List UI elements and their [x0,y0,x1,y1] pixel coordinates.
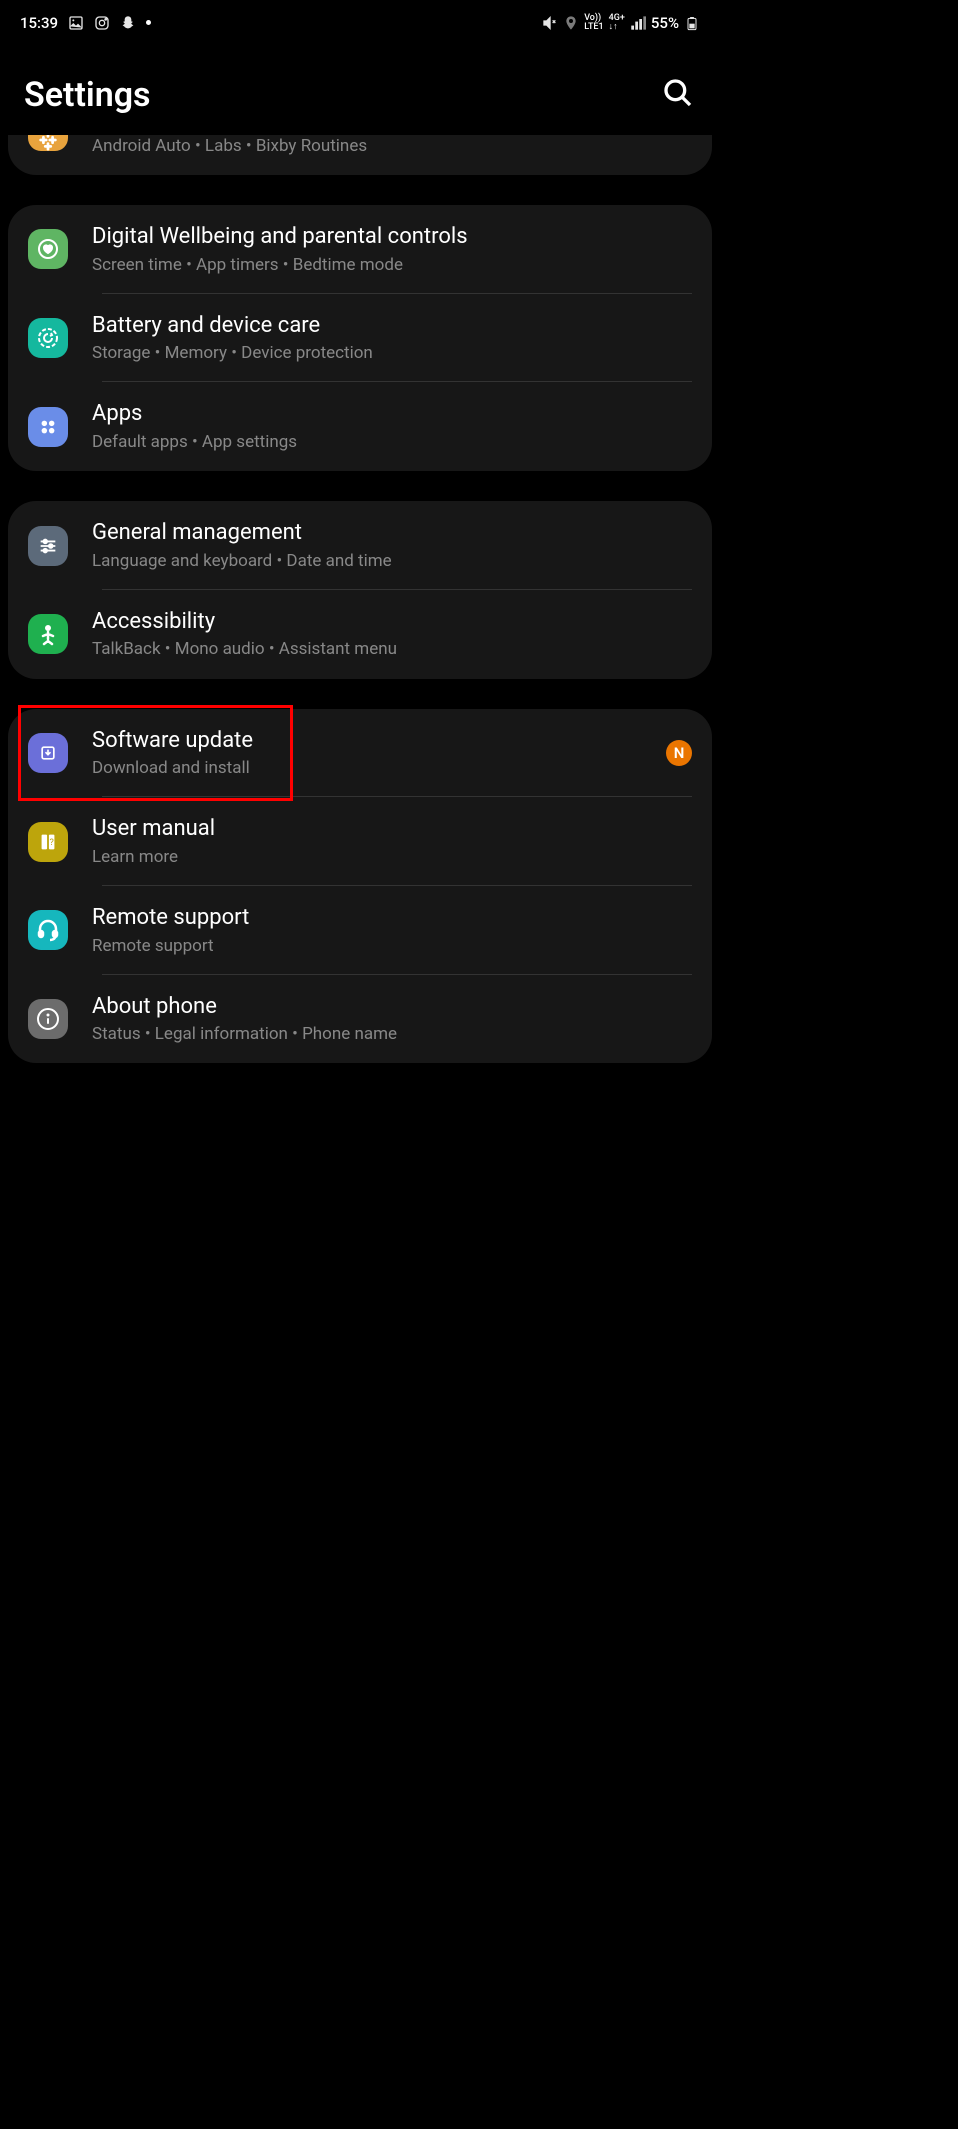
signal-icon [630,15,646,31]
download-square-icon [28,733,68,773]
item-title: User manual [92,815,692,844]
item-content: AccessibilityTalkBack • Mono audio • Ass… [92,608,692,661]
status-right: Vo))LTE1 4G+↓↑ 55% [542,14,700,32]
item-content: About phoneStatus • Legal information • … [92,993,692,1046]
item-content: User manualLearn more [92,815,692,868]
item-title: General management [92,519,692,548]
refresh-circle-icon [28,318,68,358]
item-content: Digital Wellbeing and parental controlsS… [92,223,692,276]
settings-section: General managementLanguage and keyboard … [8,501,712,678]
volte-icon: Vo))LTE1 [584,14,603,32]
instagram-icon [94,15,110,31]
item-title: Apps [92,400,692,429]
notification-badge: N [666,740,692,766]
item-subtitle: Screen time • App timers • Bedtime mode [92,254,692,276]
item-content: Remote supportRemote support [92,904,692,957]
notification-dot [146,20,151,25]
item-subtitle: Storage • Memory • Device protection [92,342,692,364]
settings-item-remote-support[interactable]: Remote supportRemote support [8,886,712,975]
settings-item-software-update[interactable]: Software updateDownload and install N [8,709,712,798]
settings-item-digital-wellbeing[interactable]: Digital Wellbeing and parental controlsS… [8,205,712,294]
item-content: General managementLanguage and keyboard … [92,519,692,572]
item-content: Android Auto • Labs • Bixby Routines [92,135,692,157]
book-icon: ? [28,822,68,862]
item-title: About phone [92,993,692,1022]
item-title: Software update [92,727,656,756]
item-title: Battery and device care [92,312,692,341]
battery-icon [684,15,700,31]
item-content: AppsDefault apps • App settings [92,400,692,453]
item-subtitle: Download and install [92,757,656,779]
item-title: Remote support [92,904,692,933]
item-subtitle: Learn more [92,846,692,868]
svg-text:?: ? [50,837,54,847]
settings-section: Android Auto • Labs • Bixby Routines [8,135,712,175]
search-icon [662,77,694,109]
gallery-icon [68,15,84,31]
snapchat-icon [120,15,136,31]
battery-percent: 55% [651,14,679,32]
item-title: Digital Wellbeing and parental controls [92,223,692,252]
item-title: Accessibility [92,608,692,637]
person-icon [28,614,68,654]
info-icon [28,999,68,1039]
sliders-icon [28,526,68,566]
settings-item-apps[interactable]: AppsDefault apps • App settings [8,382,712,471]
item-subtitle: Default apps • App settings [92,431,692,453]
page-title: Settings [24,75,151,115]
settings-item-user-manual[interactable]: ? User manualLearn more [8,797,712,886]
grid-dots-icon [28,407,68,447]
headset-icon [28,910,68,950]
status-left: 15:39 [20,14,151,32]
settings-item-general-management[interactable]: General managementLanguage and keyboard … [8,501,712,590]
settings-item-about-phone[interactable]: About phoneStatus • Legal information • … [8,975,712,1064]
status-bar: 15:39 Vo))LTE1 4G+↓↑ 55% [0,0,720,45]
settings-item-advanced-features[interactable]: Android Auto • Labs • Bixby Routines [8,135,712,175]
settings-item-accessibility[interactable]: AccessibilityTalkBack • Mono audio • Ass… [8,590,712,679]
item-subtitle: Status • Legal information • Phone name [92,1023,692,1045]
plus-puzzle-icon [28,135,68,151]
item-subtitle: Language and keyboard • Date and time [92,550,692,572]
location-icon [563,15,579,31]
item-content: Software updateDownload and install [92,727,656,780]
item-subtitle: Remote support [92,935,692,957]
settings-section: Software updateDownload and install N? Use… [8,709,712,1064]
item-subtitle: Android Auto • Labs • Bixby Routines [92,135,692,157]
settings-item-battery-device-care[interactable]: Battery and device careStorage • Memory … [8,294,712,383]
heart-circle-icon [28,229,68,269]
search-button[interactable] [660,77,696,113]
settings-header: Settings [0,45,720,135]
item-subtitle: TalkBack • Mono audio • Assistant menu [92,638,692,660]
item-content: Battery and device careStorage • Memory … [92,312,692,365]
status-time: 15:39 [20,14,58,32]
mute-icon [542,15,558,31]
network-icon: 4G+↓↑ [609,14,625,32]
settings-section: Digital Wellbeing and parental controlsS… [8,205,712,471]
